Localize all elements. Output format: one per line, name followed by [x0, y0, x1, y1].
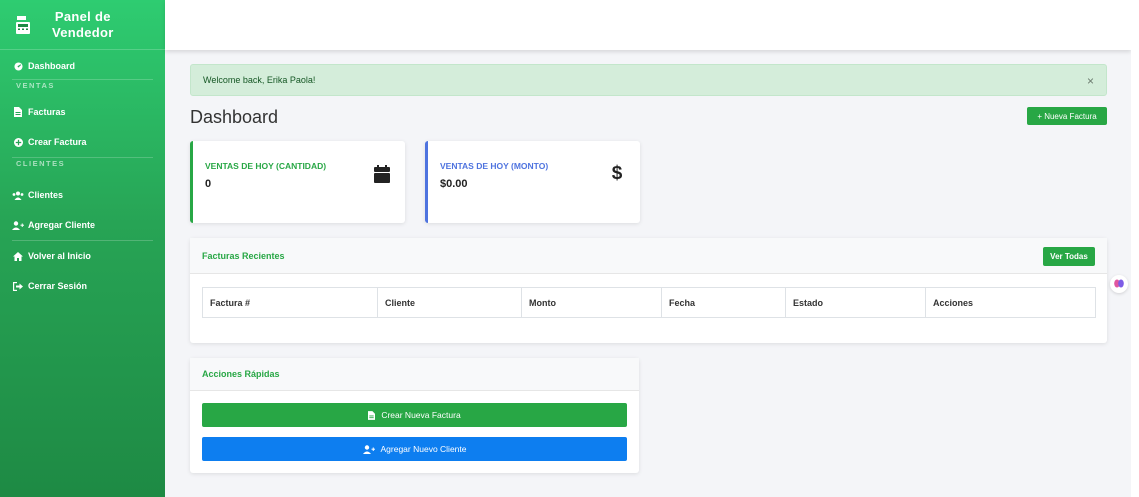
column-header[interactable]: Monto [521, 287, 662, 318]
view-all-button[interactable]: Ver Todas [1043, 247, 1095, 266]
new-invoice-button[interactable]: + Nueva Factura [1027, 107, 1107, 125]
home-icon [12, 250, 24, 262]
stat-label: VENTAS DE HOY (MONTO) [440, 161, 549, 171]
dashboard-icon [12, 60, 24, 72]
stat-value: 0 [205, 178, 212, 190]
scrollbar-track[interactable] [1131, 0, 1139, 497]
card-title: Facturas Recientes [202, 250, 285, 261]
sidebar-item-crear-factura[interactable]: Crear Factura [0, 127, 165, 157]
column-header[interactable]: Cliente [377, 287, 522, 318]
sidebar-item-cerrar-sesion[interactable]: Cerrar Sesión [0, 271, 165, 301]
add-client-button[interactable]: Agregar Nuevo Cliente [202, 437, 627, 461]
brand-line-1: Panel de [54, 8, 111, 24]
welcome-alert: Welcome back, Erika Paola! × [190, 64, 1107, 96]
section-heading-clientes: CLIENTES [16, 159, 66, 168]
table-header-row: Factura # Cliente Monto Fecha Estado Acc… [202, 287, 1096, 318]
alert-close-button[interactable]: × [1087, 74, 1094, 88]
column-header[interactable]: Estado [785, 287, 926, 318]
sidebar-item-label: Dashboard [28, 61, 76, 71]
card-header: Facturas Recientes Ver Todas [190, 238, 1107, 274]
calendar-icon [373, 163, 391, 185]
brand-line-2: Vendedor [52, 24, 114, 40]
sidebar-item-label: Cerrar Sesión [28, 281, 88, 291]
alert-message: Welcome back, Erika Paola! [203, 75, 316, 85]
sign-out-icon [12, 280, 24, 292]
brain-icon [1114, 275, 1124, 293]
sidebar-item-agregar-cliente[interactable]: Agregar Cliente [0, 210, 165, 240]
file-invoice-icon [368, 410, 376, 420]
stat-card-amount: VENTAS DE HOY (MONTO) $0.00 $ [425, 141, 640, 223]
column-header[interactable]: Acciones [925, 287, 1096, 318]
button-label: Agregar Nuevo Cliente [380, 444, 467, 454]
quick-actions-card: Acciones Rápidas Crear Nueva Factura Agr… [190, 358, 639, 473]
sidebar-item-facturas[interactable]: Facturas [0, 97, 165, 127]
sidebar-item-label: Volver al Inicio [28, 251, 91, 261]
button-label: Crear Nueva Factura [381, 410, 461, 420]
stat-label: VENTAS DE HOY (CANTIDAD) [205, 161, 327, 171]
plus-circle-icon [12, 136, 24, 148]
user-plus-icon [362, 444, 375, 454]
user-plus-icon [12, 219, 24, 231]
sidebar: Panel de Vendedor Dashboard VENTAS Factu… [0, 0, 165, 497]
sidebar-item-label: Crear Factura [28, 137, 87, 147]
cash-register-icon [12, 14, 34, 36]
sidebar-item-label: Clientes [28, 190, 64, 200]
sidebar-item-label: Agregar Cliente [28, 220, 96, 230]
card-header: Acciones Rápidas [190, 358, 639, 391]
stat-card-count: VENTAS DE HOY (CANTIDAD) 0 [190, 141, 405, 223]
topbar [165, 0, 1131, 50]
assistant-launcher[interactable] [1110, 275, 1128, 293]
sidebar-item-label: Facturas [28, 107, 66, 117]
sidebar-item-dashboard[interactable]: Dashboard [0, 53, 165, 79]
column-header[interactable]: Factura # [202, 287, 378, 318]
stat-value: $0.00 [440, 178, 468, 190]
sidebar-item-volver[interactable]: Volver al Inicio [0, 241, 165, 271]
users-icon [12, 189, 24, 201]
brand-title: Panel de Vendedor [52, 9, 114, 41]
page-title: Dashboard [190, 107, 279, 127]
section-heading-ventas: VENTAS [16, 81, 55, 90]
sidebar-brand[interactable]: Panel de Vendedor [0, 0, 165, 50]
dollar-icon: $ [611, 163, 623, 184]
file-invoice-icon [12, 106, 24, 118]
recent-invoices-card: Facturas Recientes Ver Todas Factura # C… [190, 238, 1107, 343]
invoices-table: Factura # Cliente Monto Fecha Estado Acc… [202, 287, 1096, 318]
column-header[interactable]: Fecha [661, 287, 786, 318]
card-title: Acciones Rápidas [202, 369, 280, 379]
create-invoice-button[interactable]: Crear Nueva Factura [202, 403, 627, 427]
sidebar-item-clientes[interactable]: Clientes [0, 180, 165, 210]
